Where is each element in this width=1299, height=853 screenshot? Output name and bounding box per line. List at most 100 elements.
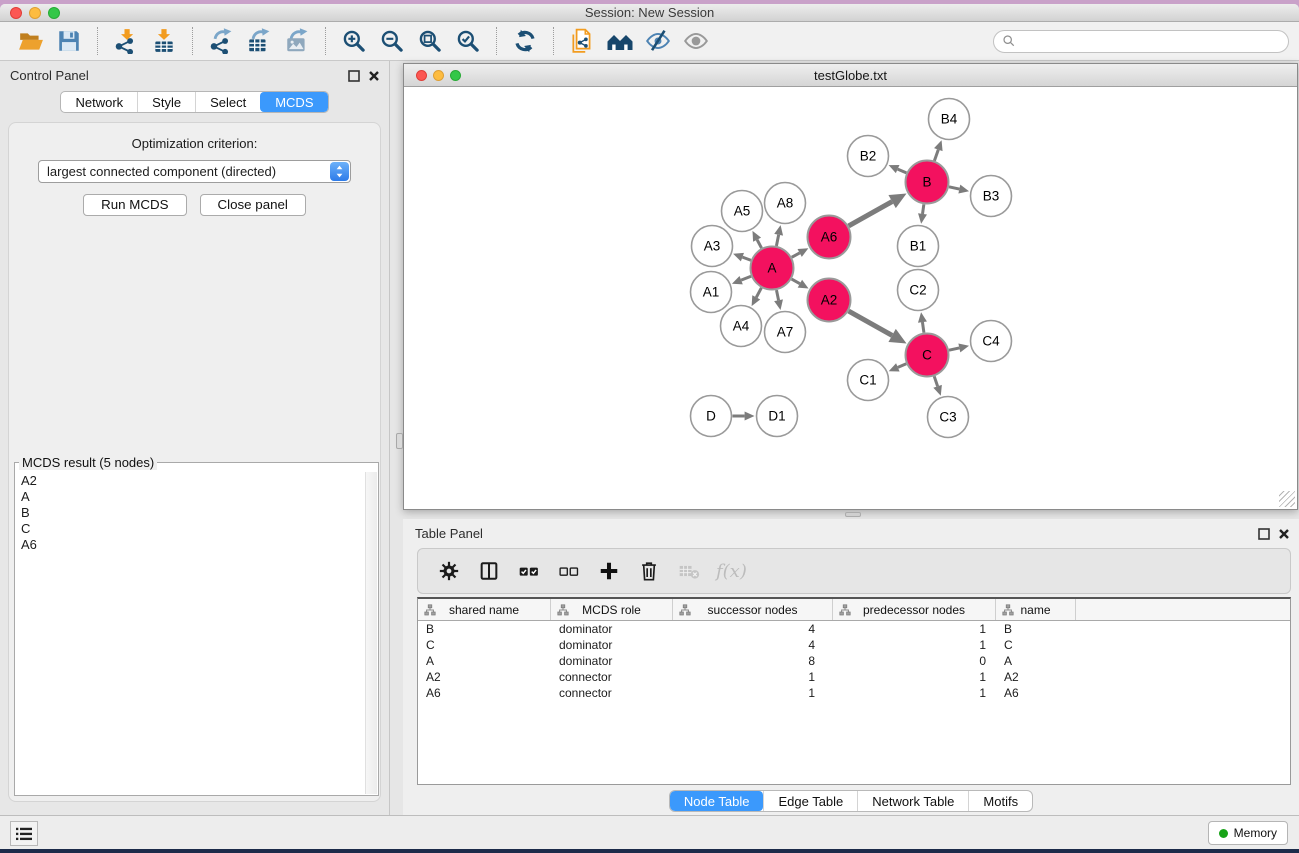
table-row[interactable]: Bdominator41B	[418, 621, 1290, 637]
tab-network[interactable]: Network	[61, 92, 137, 112]
zoom-fit-icon[interactable]	[415, 26, 445, 56]
import-table-icon[interactable]	[149, 26, 179, 56]
edge-A-A7[interactable]	[776, 290, 778, 300]
hide-selected-icon[interactable]	[643, 26, 673, 56]
zoom-selected-icon[interactable]	[453, 26, 483, 56]
toolbar-separator	[325, 27, 326, 55]
export-network-icon[interactable]	[206, 26, 236, 56]
import-network-icon[interactable]	[111, 26, 141, 56]
column-header-MCDS-role[interactable]: MCDS role	[551, 599, 673, 620]
tab-node-table[interactable]: Node Table	[670, 791, 764, 811]
edge-A-A6[interactable]	[792, 253, 800, 257]
cell: dominator	[551, 621, 673, 637]
edge-A2-C[interactable]	[849, 311, 892, 335]
table-settings-icon[interactable]	[435, 557, 463, 585]
column-header-successor-nodes[interactable]: successor nodes	[673, 599, 833, 620]
result-item[interactable]: B	[21, 505, 358, 521]
tab-motifs[interactable]: Motifs	[968, 791, 1032, 811]
table-row[interactable]: A2connector11A2	[418, 669, 1290, 685]
export-image-icon[interactable]	[282, 26, 312, 56]
edge-C-C2[interactable]	[922, 322, 923, 333]
export-table-icon[interactable]	[244, 26, 274, 56]
tab-network-table[interactable]: Network Table	[857, 791, 968, 811]
float-panel-icon[interactable]	[347, 69, 360, 82]
app-title: Session: New Session	[0, 4, 1299, 22]
cell: connector	[551, 669, 673, 685]
column-header-predecessor-nodes[interactable]: predecessor nodes	[833, 599, 996, 620]
network-canvas[interactable]: AA1A2A3A4A5A6A7A8BB1B2B3B4CC1C2C3C4DD1	[404, 87, 1297, 509]
edge-A6-B[interactable]	[849, 202, 892, 226]
result-item[interactable]: A	[21, 489, 358, 505]
memory-button[interactable]: Memory	[1208, 821, 1288, 845]
node-table: shared nameMCDS rolesuccessor nodesprede…	[417, 597, 1291, 785]
edge-B-B3[interactable]	[949, 187, 959, 189]
edge-A-A8[interactable]	[776, 235, 778, 246]
mcds-result-list[interactable]: A2ABCA6	[15, 472, 364, 795]
node-label-B: B	[922, 175, 931, 190]
optimization-criterion-select[interactable]: largest connected component (directed)	[38, 160, 351, 183]
arrowhead-C-C3	[933, 385, 942, 396]
deselect-all-checkboxes-icon[interactable]	[555, 557, 583, 585]
zoom-in-icon[interactable]	[339, 26, 369, 56]
control-panel-tabs: NetworkStyleSelectMCDS	[60, 91, 328, 113]
edge-A-A5[interactable]	[757, 240, 761, 248]
edge-C-C3[interactable]	[934, 376, 937, 386]
edge-C-C1[interactable]	[898, 364, 906, 368]
tab-mcds[interactable]: MCDS	[260, 92, 327, 112]
tab-style[interactable]: Style	[137, 92, 195, 112]
result-scrollbar[interactable]	[365, 472, 377, 794]
show-all-icon[interactable]	[681, 26, 711, 56]
toolbar-separator	[496, 27, 497, 55]
table-row[interactable]: A6connector11A6	[418, 685, 1290, 701]
toggle-columns-icon[interactable]	[475, 557, 503, 585]
search-input[interactable]	[1020, 34, 1280, 48]
zoom-out-icon[interactable]	[377, 26, 407, 56]
table-row[interactable]: Cdominator41C	[418, 637, 1290, 653]
result-item[interactable]: C	[21, 521, 358, 537]
edge-A-A1[interactable]	[741, 276, 751, 280]
toolbar-separator	[192, 27, 193, 55]
network-window-titlebar[interactable]: testGlobe.txt	[404, 64, 1297, 87]
table-tabs: Node TableEdge TableNetwork TableMotifs	[669, 790, 1033, 812]
close-panel-icon[interactable]	[367, 69, 380, 82]
refresh-layout-icon[interactable]	[510, 26, 540, 56]
vertical-splitter-handle[interactable]	[396, 433, 403, 449]
close-panel-button[interactable]: Close panel	[200, 194, 306, 216]
table-row[interactable]: Adominator80A	[418, 653, 1290, 669]
table-toolbar: f(x)	[417, 548, 1291, 594]
edge-A-A3[interactable]	[742, 257, 750, 260]
new-network-from-selection-icon[interactable]	[567, 26, 597, 56]
tab-select[interactable]: Select	[195, 92, 260, 112]
task-history-button[interactable]	[10, 821, 38, 846]
edge-B-B4[interactable]	[934, 150, 938, 161]
column-header-name[interactable]: name	[996, 599, 1076, 620]
app-titlebar[interactable]: Session: New Session	[0, 4, 1299, 22]
horizontal-splitter-handle[interactable]	[845, 512, 861, 517]
column-header-shared-name[interactable]: shared name	[418, 599, 551, 620]
result-item[interactable]: A2	[21, 473, 358, 489]
open-file-icon[interactable]	[16, 26, 46, 56]
tree-icon	[557, 604, 569, 616]
select-all-checkboxes-icon[interactable]	[515, 557, 543, 585]
add-column-icon[interactable]	[595, 557, 623, 585]
edge-A-A4[interactable]	[756, 288, 761, 298]
search-box[interactable]	[993, 30, 1289, 53]
table-header-row: shared nameMCDS rolesuccessor nodesprede…	[418, 599, 1290, 621]
column-header-filler	[1076, 599, 1290, 620]
close-table-panel-icon[interactable]	[1277, 527, 1290, 540]
run-mcds-button[interactable]: Run MCDS	[83, 194, 186, 216]
save-session-icon[interactable]	[54, 26, 84, 56]
resize-grip[interactable]	[1279, 491, 1295, 507]
memory-label: Memory	[1234, 826, 1277, 840]
edge-B-B1[interactable]	[923, 204, 924, 214]
delete-column-icon[interactable]	[635, 557, 663, 585]
float-table-panel-icon[interactable]	[1257, 527, 1270, 540]
first-neighbors-icon[interactable]	[605, 26, 635, 56]
edge-C-C4[interactable]	[949, 348, 959, 350]
cell: B	[996, 621, 1076, 637]
node-label-A7: A7	[777, 325, 794, 340]
result-item[interactable]: A6	[21, 537, 358, 553]
edge-A-A2[interactable]	[792, 279, 800, 284]
tab-edge-table[interactable]: Edge Table	[763, 791, 857, 811]
edge-B-B2[interactable]	[898, 169, 907, 173]
